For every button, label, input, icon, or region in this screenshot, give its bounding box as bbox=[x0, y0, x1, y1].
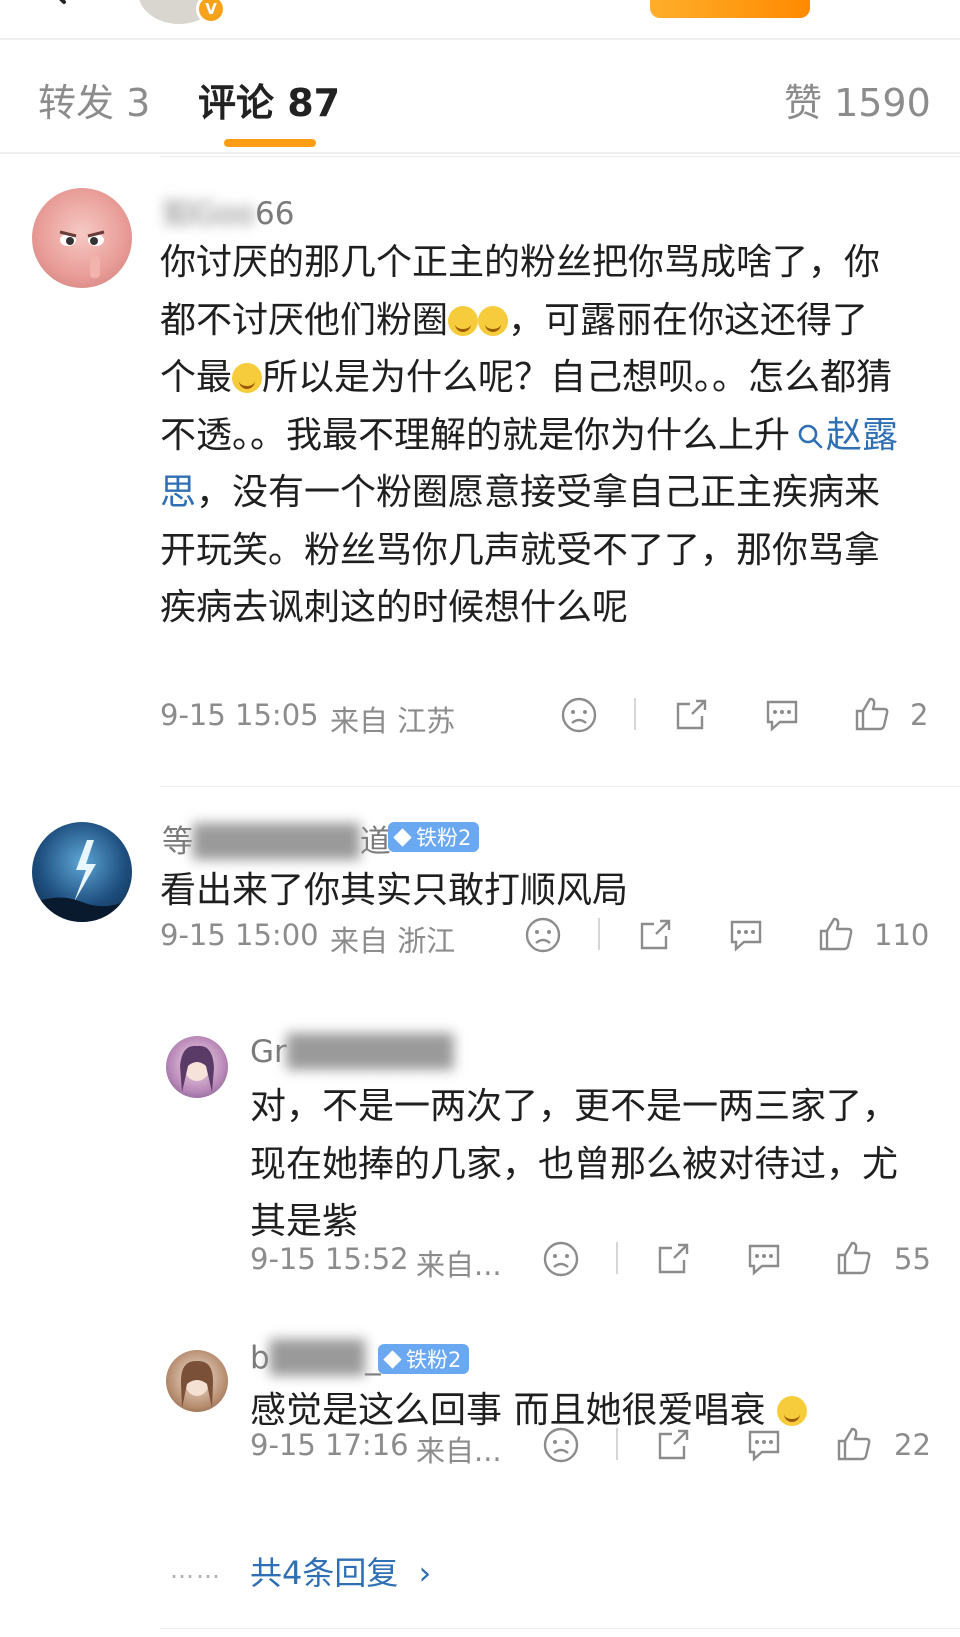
reply-content: 对，不是一两次了，更不是一两三家了，现在她捧的几家，也曾那么被对待过，尤其是紫 bbox=[250, 1086, 899, 1242]
reply-location: 来自... bbox=[416, 1248, 502, 1282]
comment-icon[interactable] bbox=[744, 1426, 784, 1464]
reply-item: Gr███████ 对，不是一两次了，更不是一两三家了，现在她捧的几家，也曾那么… bbox=[0, 1016, 960, 1296]
share-icon[interactable] bbox=[654, 1426, 692, 1464]
comment-item: 等███████道 铁粉2 看出来了你其实只敢打顺风局 9-15 15:00 来… bbox=[0, 786, 960, 1016]
comment-icon[interactable] bbox=[744, 1240, 784, 1278]
verified-v-icon: V bbox=[196, 0, 226, 24]
comment-location: 来自 江苏 bbox=[330, 704, 456, 738]
fan-level-badge: 铁粉2 bbox=[378, 1344, 470, 1374]
comment-location: 来自 浙江 bbox=[330, 924, 456, 958]
username[interactable]: 等███████道 bbox=[162, 816, 391, 861]
username-prefix: 等 bbox=[162, 824, 193, 860]
chevron-right-icon: › bbox=[418, 1554, 432, 1592]
crying-laugh-emoji-icon bbox=[478, 305, 509, 336]
fan-level-badge: 铁粉2 bbox=[388, 822, 480, 852]
reply-time: 9-15 15:52 bbox=[250, 1242, 409, 1276]
action-separator bbox=[616, 1242, 618, 1274]
dislike-face-icon[interactable] bbox=[542, 1240, 580, 1278]
crying-laugh-emoji-icon bbox=[232, 363, 263, 393]
share-icon[interactable] bbox=[636, 916, 674, 954]
comment-item: 如Goo66 你讨厌的那几个正主的粉丝把你骂成啥了，你都不讨厌他们粉圈 ，可露丽在… bbox=[0, 160, 960, 760]
username-blurred: ███████ bbox=[286, 1034, 454, 1070]
username-prefix: b bbox=[250, 1340, 270, 1376]
username-prefix: Gr bbox=[250, 1034, 287, 1070]
back-arrow-icon[interactable] bbox=[40, 0, 76, 6]
username[interactable]: 如Goo66 bbox=[162, 188, 294, 233]
crying-laugh-emoji-icon bbox=[776, 1396, 807, 1426]
search-topic-icon bbox=[798, 424, 823, 448]
username[interactable]: Gr███████ bbox=[250, 1034, 454, 1070]
comment-time: 9-15 15:05 bbox=[160, 698, 319, 732]
avatar[interactable] bbox=[32, 822, 132, 922]
diamond-badge-icon bbox=[383, 1349, 402, 1369]
comment-content: 你讨厌的那几个正主的粉丝把你骂成啥了，你都不讨厌他们粉圈 ，可露丽在你这还得了个最… bbox=[160, 242, 899, 628]
share-icon[interactable] bbox=[672, 696, 710, 734]
more-replies-link[interactable]: 共4条回复 › bbox=[250, 1548, 431, 1594]
like-count: 55 bbox=[894, 1242, 931, 1276]
tab-likes[interactable]: 赞 1590 bbox=[784, 72, 931, 127]
top-divider bbox=[0, 38, 960, 40]
list-top-divider bbox=[160, 156, 960, 157]
like-count: 110 bbox=[874, 918, 930, 952]
top-profile-bar: V bbox=[0, 0, 960, 38]
share-icon[interactable] bbox=[654, 1240, 692, 1278]
crying-laugh-emoji-icon bbox=[448, 305, 479, 336]
comment-icon[interactable] bbox=[726, 916, 766, 954]
active-tab-indicator bbox=[224, 139, 316, 147]
reply-location: 来自... bbox=[416, 1434, 502, 1468]
comment-time: 9-15 15:00 bbox=[160, 918, 319, 952]
thumbs-up-icon[interactable] bbox=[834, 1424, 874, 1464]
diamond-badge-icon bbox=[393, 827, 412, 847]
avatar[interactable] bbox=[166, 1036, 228, 1098]
tab-comments[interactable]: 评论 87 bbox=[198, 72, 340, 127]
username-blurred: ████ bbox=[269, 1340, 366, 1376]
thumbs-up-icon[interactable] bbox=[834, 1238, 874, 1278]
reply-time: 9-15 17:16 bbox=[250, 1428, 409, 1462]
username[interactable]: b████_ bbox=[250, 1340, 381, 1376]
more-replies-dots: …… bbox=[170, 1556, 222, 1584]
action-separator bbox=[634, 698, 636, 730]
avatar[interactable] bbox=[166, 1350, 228, 1412]
username-blurred: ███████ bbox=[193, 824, 360, 860]
thumbs-up-icon[interactable] bbox=[816, 914, 856, 954]
tabs-divider bbox=[0, 152, 960, 154]
username-suffix: 66 bbox=[254, 196, 295, 232]
username-blurred: 如Goo bbox=[162, 196, 255, 232]
comment-icon[interactable] bbox=[762, 696, 802, 734]
action-separator bbox=[598, 918, 600, 950]
dislike-face-icon[interactable] bbox=[560, 696, 598, 734]
like-count: 2 bbox=[910, 698, 929, 732]
avatar[interactable] bbox=[32, 188, 132, 288]
follow-button[interactable] bbox=[650, 0, 810, 18]
like-count: 22 bbox=[894, 1428, 931, 1462]
tab-repost[interactable]: 转发 3 bbox=[38, 72, 150, 127]
thumbs-up-icon[interactable] bbox=[852, 694, 892, 734]
username-suffix: 道 bbox=[359, 824, 391, 860]
dislike-face-icon[interactable] bbox=[542, 1426, 580, 1464]
comment-content: 看出来了你其实只敢打顺风局 bbox=[160, 870, 629, 911]
action-separator bbox=[616, 1428, 618, 1460]
reply-item: b████_ 铁粉2 感觉是这么回事 而且她很爱唱衰 9-15 17:16 来自… bbox=[0, 1330, 960, 1530]
more-replies-label: 共4条回复 bbox=[250, 1554, 399, 1592]
dislike-face-icon[interactable] bbox=[524, 916, 562, 954]
bottom-divider bbox=[160, 1628, 960, 1629]
